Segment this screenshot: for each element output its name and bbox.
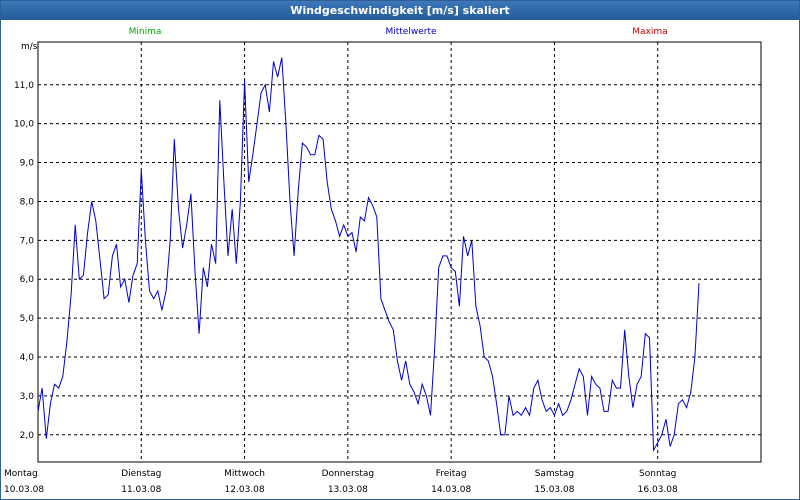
x-tick-day-label: Dienstag (121, 469, 161, 479)
y-tick-label: 2,0 (20, 431, 35, 441)
x-tick-date-label: 11.03.08 (121, 485, 161, 495)
y-tick-label: 8,0 (20, 197, 35, 207)
y-tick-label: 11,0 (14, 81, 34, 91)
x-tick-day-label: Freitag (436, 469, 467, 479)
y-tick-label: 5,0 (20, 314, 35, 324)
legend-maxima: Maxima (632, 27, 667, 37)
y-tick-label: 6,0 (20, 275, 35, 285)
y-axis-unit-label: m/s (21, 42, 38, 52)
x-tick-date-label: 16.03.08 (638, 485, 678, 495)
x-tick-day-label: Sonntag (639, 469, 676, 479)
legend-mittelwerte: Mittelwerte (385, 27, 436, 37)
legend-minima: Minima (129, 27, 162, 37)
x-axis-ticks: Montag 10.03.08 Dienstag 11.03.08 Mittwoch 12… (4, 469, 678, 495)
series-group (37, 57, 700, 453)
x-tick-date-label: 10.03.08 (4, 485, 44, 495)
y-tick-label: 3,0 (20, 392, 35, 402)
x-tick-date-label: 14.03.08 (431, 485, 471, 495)
x-tick-day-label: Donnerstag (322, 469, 375, 479)
y-tick-label: 10,0 (14, 120, 34, 130)
series-line-mittelwerte (37, 57, 700, 453)
x-tick-date-label: 15.03.08 (534, 485, 574, 495)
y-tick-label: 7,0 (20, 236, 35, 246)
y-tick-label: 4,0 (20, 353, 35, 363)
y-axis-ticks: 2,0 3,0 4,0 5,0 6,0 7,0 8,0 9,0 10,0 11,0 (14, 81, 34, 441)
x-tick-day-label: Samstag (535, 469, 574, 479)
y-tick-label: 9,0 (20, 159, 35, 169)
x-tick-date-label: 12.03.08 (225, 485, 265, 495)
x-tick-day-label: Mittwoch (224, 469, 265, 479)
chart-svg: m/s Minima Mittelwerte Maxima 2,0 3,0 4,0 5… (4, 27, 762, 495)
x-tick-date-label: 13.03.08 (328, 485, 368, 495)
x-tick-day-label: Montag (4, 469, 38, 479)
